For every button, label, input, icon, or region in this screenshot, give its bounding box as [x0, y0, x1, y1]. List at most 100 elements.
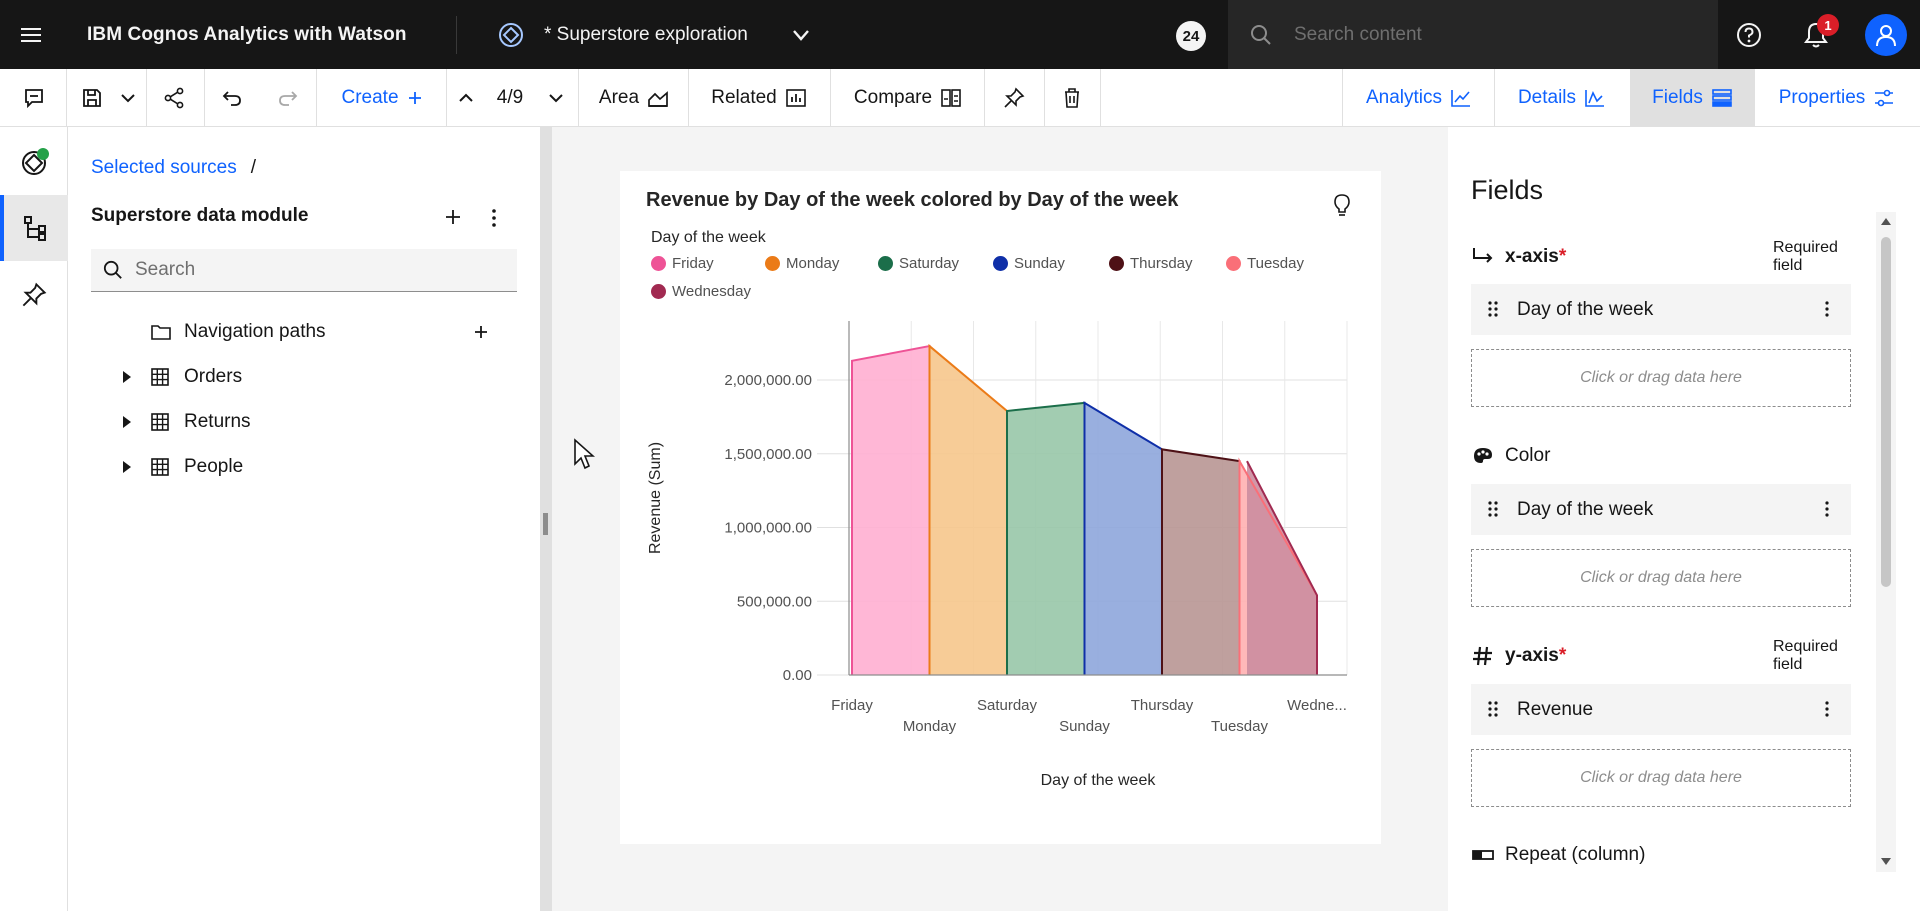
delete-button[interactable] [1050, 69, 1094, 126]
overflow-menu-icon[interactable] [1821, 298, 1833, 320]
legend-swatch [1226, 256, 1241, 271]
help-icon[interactable] [1736, 22, 1762, 48]
top-bar: IBM Cognos Analytics with Watson * Super… [0, 0, 1920, 69]
breadcrumb-selected-sources[interactable]: Selected sources [91, 157, 237, 178]
search-icon [103, 260, 122, 279]
table-icon [151, 368, 169, 386]
chevron-down-icon[interactable] [790, 24, 812, 46]
compare-button[interactable]: Compare [838, 69, 978, 126]
color-label: Color [1505, 445, 1551, 466]
pin-button[interactable] [992, 69, 1036, 126]
redo-icon [279, 90, 298, 106]
visualization-card[interactable]: Revenue by Day of the week colored by Da… [620, 171, 1381, 844]
repeat-column-icon [1472, 850, 1494, 860]
overflow-menu-icon[interactable] [1821, 498, 1833, 520]
add-icon[interactable] [443, 207, 463, 227]
tree-item-orders[interactable]: Orders [68, 357, 540, 397]
session-badge[interactable]: 24 [1176, 21, 1206, 51]
legend-label: Friday [672, 255, 714, 272]
drag-handle-icon[interactable] [1487, 698, 1499, 720]
x-axis-field-chip[interactable]: Day of the week [1471, 284, 1851, 335]
search-content-input[interactable] [1294, 0, 1694, 69]
source-search-field [91, 249, 517, 292]
legend-item[interactable]: Tuesday [1226, 255, 1304, 272]
x-tick-label: Wedne... [1287, 697, 1347, 714]
expand-caret-icon[interactable] [123, 461, 131, 473]
compare-icon [941, 88, 961, 107]
scroll-up-arrow[interactable] [1881, 218, 1891, 225]
insights-lightbulb-icon[interactable] [1332, 193, 1352, 219]
y-axis-drop-zone[interactable]: Click or drag data here [1471, 749, 1851, 807]
area-chart-type-button[interactable]: Area [584, 69, 684, 126]
x-tick-label: Tuesday [1211, 718, 1268, 735]
legend-swatch [993, 256, 1008, 271]
properties-button[interactable]: Properties [1758, 69, 1916, 126]
scroll-down-arrow[interactable] [1881, 858, 1891, 865]
related-button[interactable]: Related [694, 69, 824, 126]
y-tick-label: 0.00 [783, 667, 812, 684]
legend-item[interactable]: Friday [651, 255, 714, 272]
save-button[interactable] [74, 69, 110, 126]
legend-label: Monday [786, 255, 840, 272]
overflow-menu-icon[interactable] [486, 207, 502, 229]
y-axis-field-chip[interactable]: Revenue [1471, 684, 1851, 735]
chevron-down-icon [549, 93, 563, 102]
tree-item-returns[interactable]: Returns [68, 402, 540, 442]
folder-icon [151, 325, 171, 340]
tree-item-navigation-paths[interactable]: Navigation paths [68, 312, 540, 352]
legend-item[interactable]: Sunday [993, 255, 1065, 272]
legend-title: Day of the week [651, 229, 766, 246]
user-avatar[interactable] [1865, 14, 1907, 56]
fields-panel: Fields x-axis* Required field Day of the… [1448, 127, 1920, 911]
overflow-menu-icon[interactable] [1821, 698, 1833, 720]
undo-button[interactable] [212, 69, 252, 126]
related-label: Related [711, 86, 777, 108]
rail-data-sources[interactable] [0, 130, 68, 196]
details-button[interactable]: Details [1496, 69, 1628, 126]
redo-button[interactable] [268, 69, 308, 126]
create-button[interactable]: Create [322, 69, 442, 126]
scrollbar-thumb[interactable] [1881, 237, 1891, 587]
rail-pins[interactable] [0, 262, 68, 328]
legend-item[interactable]: Saturday [878, 255, 959, 272]
table-icon [151, 458, 169, 476]
fields-scrollbar[interactable] [1876, 212, 1896, 872]
chart-title: Revenue by Day of the week colored by Da… [646, 189, 1179, 211]
menu-icon[interactable] [14, 20, 48, 50]
area-segment-monday [929, 346, 1007, 675]
x-axis-drop-zone[interactable]: Click or drag data here [1471, 349, 1851, 407]
expand-caret-icon[interactable] [123, 416, 131, 428]
analytics-button[interactable]: Analytics [1344, 69, 1494, 126]
tree-item-people[interactable]: People [68, 447, 540, 487]
legend-item[interactable]: Monday [765, 255, 839, 272]
source-search-input[interactable] [135, 249, 505, 291]
previous-page-button[interactable] [452, 69, 480, 126]
rail-data-tree[interactable] [0, 195, 68, 261]
legend-item[interactable]: Wednesday [651, 283, 751, 300]
color-drop-zone[interactable]: Click or drag data here [1471, 549, 1851, 607]
x-tick-label: Thursday [1131, 697, 1194, 714]
left-rail [0, 127, 68, 911]
panel-splitter[interactable] [540, 127, 552, 911]
add-icon[interactable] [472, 323, 490, 341]
save-options-button[interactable] [114, 69, 142, 126]
drag-handle-icon[interactable] [1487, 298, 1499, 320]
expand-caret-icon[interactable] [123, 371, 131, 383]
color-field-chip[interactable]: Day of the week [1471, 484, 1851, 535]
comments-button[interactable] [14, 69, 54, 126]
share-button[interactable] [152, 69, 196, 126]
document-title[interactable]: * Superstore exploration [544, 24, 748, 46]
x-axis-icon [1473, 248, 1493, 263]
legend-item[interactable]: Thursday [1109, 255, 1193, 272]
drag-handle-icon[interactable] [1487, 498, 1499, 520]
next-page-button[interactable] [542, 69, 570, 126]
module-title: Superstore data module [91, 205, 309, 226]
fields-button[interactable]: Fields [1630, 69, 1755, 126]
area-chart[interactable]: 0.00 500,000.00 1,000,000.00 1,500,000.00 2,… [620, 311, 1381, 831]
tree-item-label: Orders [184, 366, 243, 387]
legend-swatch [651, 256, 666, 271]
share-icon [164, 87, 184, 108]
legend-swatch [1109, 256, 1124, 271]
splitter-handle[interactable] [543, 513, 548, 535]
comment-icon [25, 88, 43, 108]
